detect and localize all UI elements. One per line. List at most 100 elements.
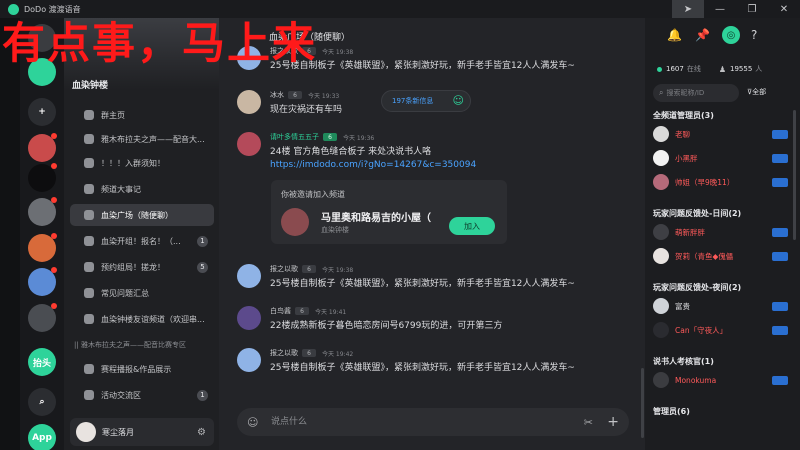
role-badge-icon bbox=[772, 375, 788, 385]
unread-badge: 1 bbox=[197, 389, 208, 401]
message-author[interactable]: 冰水 bbox=[270, 90, 284, 100]
channel-label: 常见问题汇总 bbox=[101, 288, 149, 298]
member-row[interactable]: 小黑胖 bbox=[653, 148, 788, 168]
online-dot-icon bbox=[657, 66, 662, 72]
role-badge-icon bbox=[772, 153, 788, 163]
level-badge: 6 bbox=[288, 91, 302, 99]
user-settings-icon[interactable]: ⚙ bbox=[197, 427, 206, 438]
sidebar-item-channel[interactable]: 雅木布拉夫之声——配音大... bbox=[70, 128, 214, 150]
channel-icon bbox=[84, 314, 94, 324]
member-name: 老聊 bbox=[675, 129, 690, 139]
rail-server-3[interactable] bbox=[28, 197, 57, 226]
rail-app[interactable]: App bbox=[28, 424, 56, 450]
scissors-icon[interactable]: ✂ bbox=[584, 416, 593, 429]
message-author[interactable]: 请叶多情五五子 bbox=[270, 132, 319, 142]
avatar[interactable] bbox=[237, 90, 261, 114]
member-row[interactable]: 帅姐（早9晚11） bbox=[653, 172, 788, 192]
member-row[interactable]: Can「守夜人」 bbox=[653, 320, 788, 340]
avatar[interactable] bbox=[653, 174, 669, 190]
rail-server-2[interactable] bbox=[28, 163, 57, 192]
avatar[interactable] bbox=[237, 348, 261, 372]
avatar[interactable] bbox=[653, 248, 669, 264]
member-search[interactable]: ⌕ bbox=[653, 84, 739, 102]
level-badge: 6 bbox=[295, 307, 309, 315]
channel-label: 雅木布拉夫之声——配音大... bbox=[101, 134, 205, 144]
member-name: Can「守夜人」 bbox=[675, 325, 728, 335]
message-author[interactable]: 报之以歌 bbox=[270, 264, 298, 274]
sidebar-item-channel[interactable]: 预约组局！搓龙！ 5 bbox=[70, 256, 214, 278]
message-author[interactable]: 白鸟酱 bbox=[270, 306, 291, 316]
message-author[interactable]: 报之以歌 bbox=[270, 348, 298, 358]
avatar[interactable] bbox=[237, 264, 261, 288]
search-input[interactable] bbox=[666, 86, 735, 100]
message-time: 今天 19:36 bbox=[343, 134, 375, 142]
pin-icon[interactable]: 📌 bbox=[695, 28, 710, 42]
avatar[interactable] bbox=[237, 132, 261, 156]
sidebar-item-channel[interactable]: 频道大事记 bbox=[70, 178, 214, 200]
chat-message: 报之以歌 6 今天 19:42 25号楼自制板子《英雄联盟》，紧张刺激好玩，新手老手皆… bbox=[237, 348, 637, 378]
sidebar-item-channel[interactable]: ！！！入群须知！ bbox=[70, 152, 214, 174]
member-section-title: 说书人考核官(1) bbox=[653, 357, 714, 366]
avatar[interactable] bbox=[237, 306, 261, 330]
channel-label: 血染广场（随便聊） bbox=[101, 210, 173, 220]
member-row[interactable]: 贺莉（青鱼◆傀儡 bbox=[653, 246, 788, 266]
rail-server-1[interactable] bbox=[28, 133, 57, 162]
sidebar-item-channel[interactable]: 常见问题汇总 bbox=[70, 282, 214, 304]
sidebar-item-channel[interactable]: 群主页 bbox=[70, 104, 214, 126]
rail-server-6[interactable] bbox=[28, 303, 57, 332]
sidebar-item-channel[interactable]: 血染钟楼友谊频道（欢迎串... bbox=[70, 308, 214, 330]
message-text: 现在灾祸还有车吗 bbox=[270, 105, 343, 115]
rail-server-5[interactable] bbox=[28, 267, 57, 296]
avatar[interactable] bbox=[653, 150, 669, 166]
member-scrollbar[interactable] bbox=[793, 110, 796, 240]
message-text: 22楼成熟新板子暮色暗恋房间号6799玩的进，可开第三方 bbox=[270, 321, 503, 331]
rail-server-7[interactable]: 抬头 bbox=[28, 348, 56, 376]
avatar[interactable] bbox=[653, 126, 669, 142]
avatar[interactable] bbox=[653, 322, 669, 338]
channel-group-label[interactable]: || 雅木布拉夫之声——配音比赛专区 bbox=[74, 340, 186, 350]
filter-dropdown[interactable]: ⊽全部 bbox=[747, 87, 766, 97]
dodo-brand-icon[interactable]: ◎ bbox=[722, 26, 740, 44]
close-button[interactable]: ✕ bbox=[768, 0, 800, 18]
invite-title: 你被邀请加入频道 bbox=[281, 190, 345, 199]
message-link[interactable]: https://imdodo.com/i?gNo=14267&c=350094 bbox=[270, 160, 476, 170]
member-row[interactable]: Monokuma bbox=[653, 370, 788, 390]
sidebar-item-channel[interactable]: 活动交流区 1 bbox=[70, 384, 214, 406]
avatar[interactable] bbox=[653, 298, 669, 314]
member-row[interactable]: 老聊 bbox=[653, 124, 788, 144]
rail-discover[interactable]: ⌕ bbox=[28, 388, 56, 416]
avatar[interactable] bbox=[653, 372, 669, 388]
new-messages-pill[interactable]: 197条新信息 ☺ bbox=[381, 90, 471, 112]
minimize-button[interactable]: — bbox=[704, 0, 736, 18]
bell-icon[interactable]: 🔔 bbox=[667, 28, 682, 42]
channel-icon bbox=[84, 158, 94, 168]
new-messages-text: 197条新信息 bbox=[392, 97, 434, 105]
sidebar-item-channel[interactable]: 血染开组！报名！（... 1 bbox=[70, 230, 214, 252]
avatar[interactable] bbox=[76, 422, 96, 442]
avatar[interactable] bbox=[653, 224, 669, 240]
join-button[interactable]: 加入 bbox=[449, 217, 495, 235]
emoji-icon[interactable]: ☺ bbox=[247, 416, 258, 429]
sidebar-item-channel[interactable]: 血染广场（随便聊） bbox=[70, 204, 214, 226]
help-icon[interactable]: ? bbox=[751, 28, 757, 42]
channel-sidebar: 血染钟楼 群主页 雅木布拉夫之声——配音大... ！！！入群须知！ 频道大事记 血染广场… bbox=[64, 18, 219, 450]
channel-label: 血染开组！报名！（... bbox=[101, 236, 181, 246]
restore-button[interactable]: ❐ bbox=[736, 0, 768, 18]
chat-scrollbar[interactable] bbox=[641, 368, 644, 438]
user-bar[interactable]: 寒尘落月 ⚙ bbox=[70, 418, 214, 446]
channel-label: 频道大事记 bbox=[101, 184, 141, 194]
cursor-icon[interactable]: ➤ bbox=[672, 0, 704, 18]
member-row[interactable]: 富贵 bbox=[653, 296, 788, 316]
sidebar-item-channel[interactable]: 赛程播报&作品展示 bbox=[70, 358, 214, 380]
channel-icon bbox=[84, 390, 94, 400]
message-time: 今天 19:42 bbox=[322, 350, 354, 358]
member-row[interactable]: 萌新胖胖 bbox=[653, 222, 788, 242]
rail-server-4[interactable] bbox=[28, 233, 57, 262]
members-icon: ♟ bbox=[718, 64, 726, 74]
rail-label: 抬头 bbox=[32, 358, 51, 369]
member-section-title: 玩家问题反馈处-夜间(2) bbox=[653, 283, 742, 292]
add-attachment-icon[interactable]: + bbox=[607, 414, 619, 430]
role-badge-icon bbox=[772, 325, 788, 335]
message-input[interactable] bbox=[271, 412, 571, 432]
rail-add[interactable]: + bbox=[28, 98, 56, 126]
